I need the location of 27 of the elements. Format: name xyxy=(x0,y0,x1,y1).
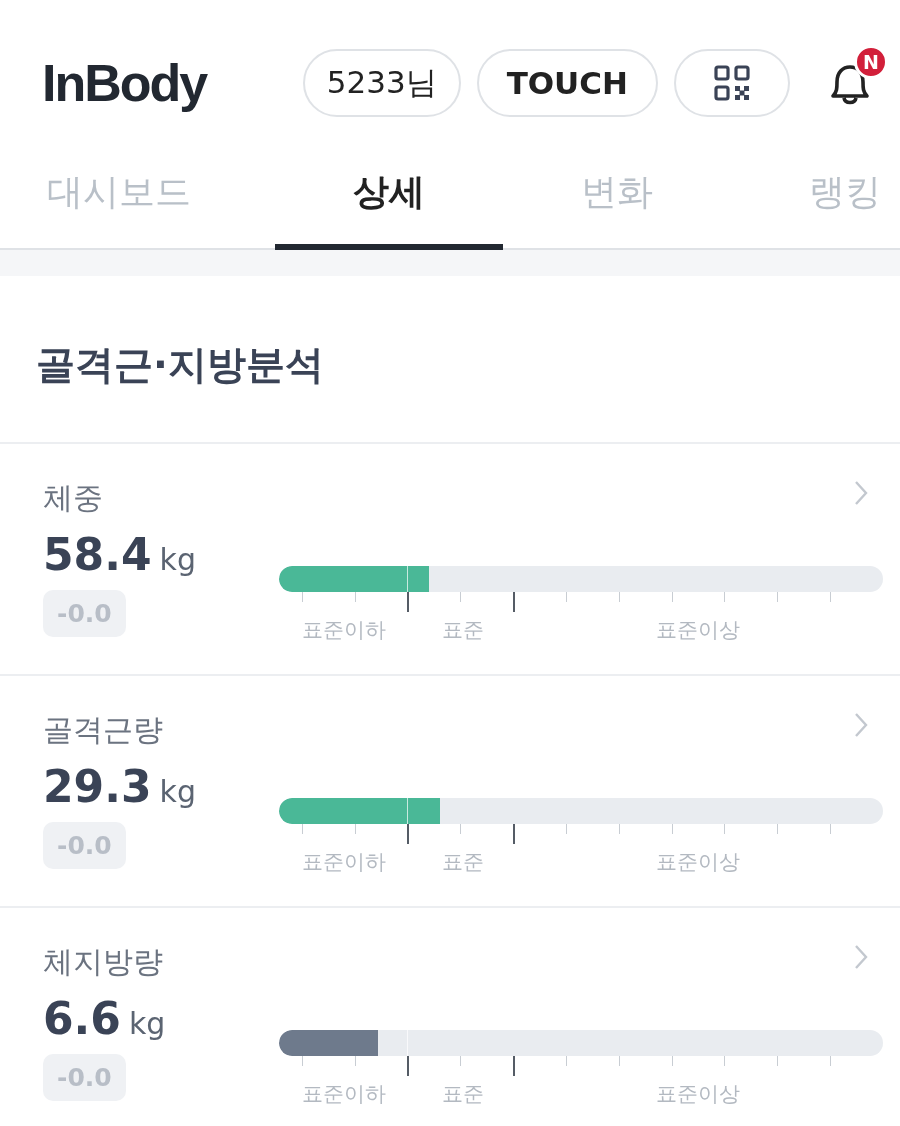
scale-label: 표준이상 xyxy=(656,1081,741,1108)
metric-label: 체중 xyxy=(43,479,103,517)
logo: InBody xyxy=(42,53,207,113)
unit-label: kg xyxy=(159,774,196,809)
scale-label: 표준이하 xyxy=(302,617,387,644)
scale-label: 표준이하 xyxy=(302,1081,387,1108)
touch-button[interactable]: TOUCH xyxy=(476,49,658,117)
metric-label: 체지방량 xyxy=(43,943,163,981)
unit-label: kg xyxy=(128,1006,166,1041)
user-button[interactable]: 5233님 xyxy=(302,49,461,117)
scale-label: 표준 xyxy=(441,849,484,876)
scale-label: 표준이상 xyxy=(656,617,741,644)
scale-label: 표준이상 xyxy=(656,849,741,876)
scale-label: 표준 xyxy=(441,1081,484,1108)
scale-label: 표준이하 xyxy=(302,849,387,876)
qr-code-icon xyxy=(714,65,750,101)
metric-value: 29.3 xyxy=(43,761,152,812)
section-title: 골격근·지방분석 xyxy=(0,276,900,444)
chevron-right-icon[interactable] xyxy=(854,480,868,506)
chevron-right-icon[interactable] xyxy=(854,944,868,970)
scale-label: 표준 xyxy=(441,617,484,644)
metric-label: 골격근량 xyxy=(43,711,163,749)
metric-value: 58.4 xyxy=(43,529,152,580)
unit-label: kg xyxy=(159,542,196,577)
notification-badge: N xyxy=(854,45,888,79)
chevron-right-icon[interactable] xyxy=(854,712,868,738)
metric-value: 6.6 xyxy=(43,993,121,1044)
